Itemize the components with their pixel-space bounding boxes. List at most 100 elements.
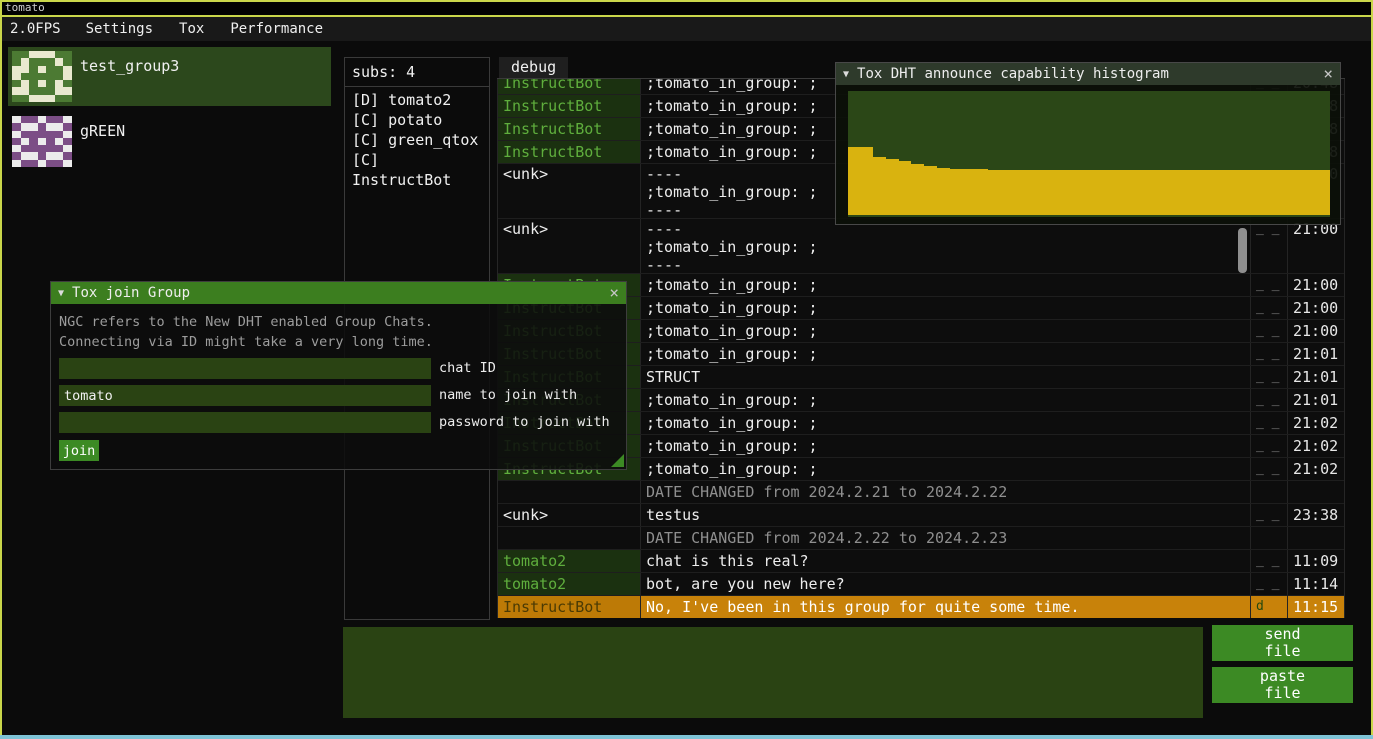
sender-cell: tomato2 (498, 573, 641, 595)
sender-cell: InstructBot (498, 596, 641, 618)
histogram-bar (975, 169, 988, 215)
histogram-bar (899, 161, 912, 215)
join-group-window: ▼ Tox join Group × NGC refers to the New… (50, 281, 627, 470)
group-avatar (12, 51, 72, 102)
message-cell: ;tomato_in_group: ; (641, 412, 1251, 434)
sender-cell: tomato2 (498, 550, 641, 572)
time-cell: 11:15 (1288, 596, 1344, 618)
chat-row[interactable]: <unk>---- ;tomato_in_group: ; ----_ _21:… (498, 219, 1344, 274)
join-window-titlebar[interactable]: ▼ Tox join Group × (51, 282, 626, 304)
resize-grip-icon[interactable] (611, 454, 624, 467)
dht-histogram-window: ▼ Tox DHT announce capability histogram … (835, 62, 1341, 225)
histogram-window-title: Tox DHT announce capability histogram (857, 66, 1169, 82)
join-info-text: Connecting via ID might take a very long… (59, 332, 618, 352)
time-cell: 21:00 (1288, 297, 1344, 319)
histogram-bar (1140, 170, 1153, 215)
join-field-label: name to join with (439, 385, 577, 406)
histogram-plot (848, 91, 1330, 217)
status-cell: _ _ (1251, 389, 1288, 411)
collapse-icon[interactable]: ▼ (58, 288, 64, 299)
name-input[interactable] (59, 385, 431, 406)
subs-count: subs: 4 (345, 58, 489, 87)
message-cell: bot, are you new here? (641, 573, 1251, 595)
message-cell: ;tomato_in_group: ; (641, 320, 1251, 342)
message-cell: DATE CHANGED from 2024.2.22 to 2024.2.23 (641, 527, 1251, 549)
time-cell: 21:01 (1288, 366, 1344, 388)
os-titlebar[interactable]: tomato (0, 0, 1373, 17)
send-file-button[interactable]: send file (1212, 625, 1353, 661)
status-cell (1251, 527, 1288, 549)
sender-cell (498, 481, 641, 503)
histogram-bar (1114, 170, 1127, 215)
histogram-bar (937, 168, 950, 215)
time-cell: 21:00 (1288, 274, 1344, 296)
status-cell: _ _ (1251, 343, 1288, 365)
member-item[interactable]: [D] tomato2 (345, 90, 489, 110)
histogram-bar (911, 164, 924, 215)
histogram-bar (1127, 170, 1140, 215)
sender-cell: <unk> (498, 219, 641, 273)
histogram-bar (1165, 170, 1178, 215)
histogram-bar (861, 147, 874, 215)
time-cell (1288, 481, 1344, 503)
histogram-bar (1241, 170, 1254, 215)
menu-item-settings[interactable]: Settings (73, 21, 166, 37)
histogram-bar (1254, 170, 1267, 215)
histogram-bar (1191, 170, 1204, 215)
join-window-title: Tox join Group (72, 285, 190, 301)
fps-counter: 2.0FPS (2, 21, 73, 37)
group-name: gREEN (80, 116, 125, 167)
chat-row[interactable]: tomato2chat is this real?_ _11:09 (498, 550, 1344, 573)
menu-item-tox[interactable]: Tox (166, 21, 217, 37)
histogram-window-body (836, 85, 1340, 224)
group-list: test_group3 gREEN (8, 47, 331, 177)
message-cell: ;tomato_in_group: ; (641, 435, 1251, 457)
histogram-window-titlebar[interactable]: ▼ Tox DHT announce capability histogram … (836, 63, 1340, 85)
collapse-icon[interactable]: ▼ (843, 69, 849, 80)
chat-row[interactable]: DATE CHANGED from 2024.2.22 to 2024.2.23 (498, 527, 1344, 550)
join-info-text: NGC refers to the New DHT enabled Group … (59, 312, 618, 332)
paste-file-button[interactable]: paste file (1212, 667, 1353, 703)
histogram-bar (1026, 170, 1039, 215)
sender-cell: <unk> (498, 164, 641, 218)
time-cell: 21:01 (1288, 343, 1344, 365)
histogram-bar (1292, 170, 1305, 215)
chat-scrollbar-thumb[interactable] (1238, 228, 1247, 273)
message-cell: DATE CHANGED from 2024.2.21 to 2024.2.22 (641, 481, 1251, 503)
status-cell: _ _ (1251, 297, 1288, 319)
chat-row[interactable]: DATE CHANGED from 2024.2.21 to 2024.2.22 (498, 481, 1344, 504)
member-item[interactable]: [C] green_qtox (345, 130, 489, 150)
close-icon[interactable]: × (609, 285, 619, 301)
menubar-items: SettingsToxPerformance (73, 21, 336, 37)
sender-cell: InstructBot (498, 141, 641, 163)
join-window-body: NGC refers to the New DHT enabled Group … (51, 304, 626, 469)
menu-item-performance[interactable]: Performance (217, 21, 336, 37)
histogram-bar (848, 147, 861, 215)
close-icon[interactable]: × (1323, 66, 1333, 82)
message-cell: ;tomato_in_group: ; (641, 343, 1251, 365)
sidebar-item-green[interactable]: gREEN (8, 112, 331, 171)
chat-row[interactable]: <unk>testus_ _23:38 (498, 504, 1344, 527)
time-cell: 21:00 (1288, 219, 1344, 273)
histogram-bar (1229, 170, 1242, 215)
time-cell: 23:38 (1288, 504, 1344, 526)
group-name: test_group3 (80, 51, 179, 102)
message-cell: ;tomato_in_group: ; (641, 389, 1251, 411)
status-cell: _ _ (1251, 366, 1288, 388)
join-button[interactable]: join (59, 440, 99, 461)
message-cell: No, I've been in this group for quite so… (641, 596, 1251, 618)
chat-row[interactable]: tomato2bot, are you new here?_ _11:14 (498, 573, 1344, 596)
message-input[interactable] (343, 627, 1203, 718)
histogram-bar (1305, 170, 1318, 215)
password-input[interactable] (59, 412, 431, 433)
histogram-bar (962, 169, 975, 215)
chat-row[interactable]: InstructBotNo, I've been in this group f… (498, 596, 1344, 618)
member-item[interactable]: [C] potato (345, 110, 489, 130)
histogram-bar (1279, 170, 1292, 215)
tab-debug[interactable]: debug (499, 57, 568, 78)
chat-id-input[interactable] (59, 358, 431, 379)
member-item[interactable]: [C] InstructBot (345, 150, 489, 190)
histogram-bar (1102, 170, 1115, 215)
join-field-label: password to join with (439, 412, 610, 433)
sidebar-item-test_group3[interactable]: test_group3 (8, 47, 331, 106)
